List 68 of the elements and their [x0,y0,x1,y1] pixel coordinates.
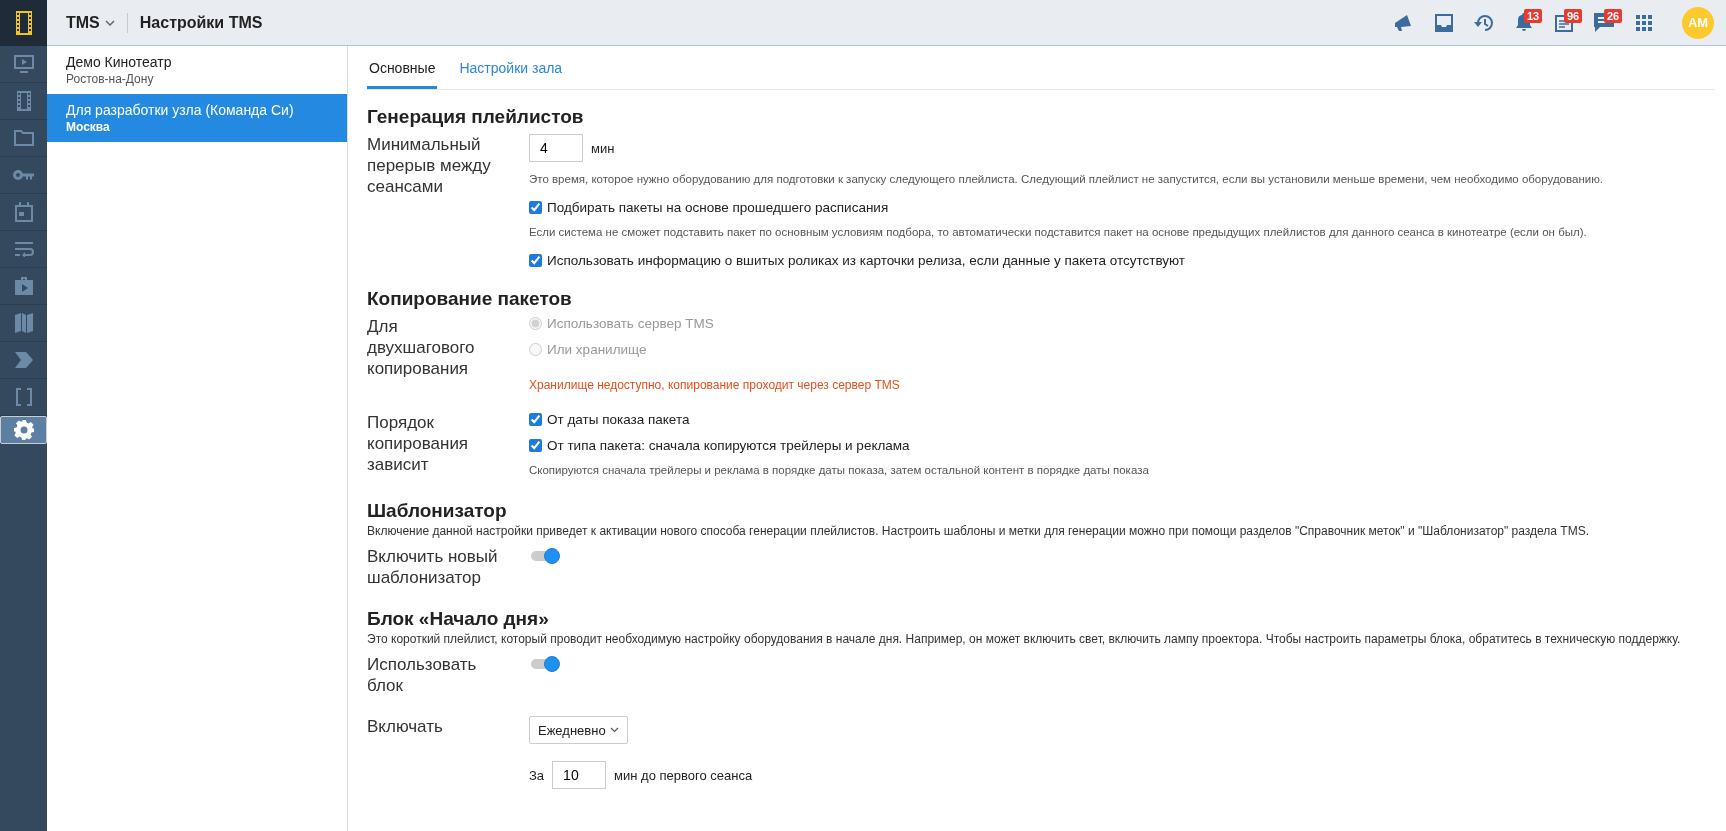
app-switcher[interactable]: TMS [66,13,115,32]
field-label: Минимальный перерыв между сеансами [367,134,492,198]
section-heading: Блок «Начало дня» [367,608,550,630]
frequency-dropdown[interactable]: Ежедневно [529,716,628,744]
warning-text: Хранилище недоступно, копирование проходит через сервер TMS [529,378,900,392]
checkbox-label: Подбирать пакеты на основе прошедшего расписания [547,200,889,215]
cinema-name: Демо Кинотеатр [66,54,173,70]
film-icon [15,11,32,35]
help-text: Скопируются сначала трейлеры и реклама в порядке даты показа, затем остальной контент в порядке даты показа [529,464,1149,476]
field-label: Использовать блок [367,654,478,696]
radio-label: Или хранилище [547,342,647,357]
help-text: Если система не сможет подставить пакет по основным условиям подбора, то автоматически подставится пакет на основе предыдущих плейлистов для данного сеанса в кинотеатре (если он был). [529,226,1587,238]
section-heading: Шаблонизатор [367,500,508,522]
key-icon [12,169,35,181]
tab[interactable]: Основные [367,49,438,89]
number-field[interactable]: 4 [529,134,583,162]
field-label: Включить новый шаблонизатор [367,546,499,588]
cinema-item[interactable]: Для разработки узла (Команда Си) Москва [47,94,347,142]
toggle-switch[interactable] [531,551,557,561]
number-field[interactable]: 10 [552,761,607,789]
section-heading: Генерация плейлистов [367,106,585,128]
checkbox-label: Использовать информацию о вшитых роликах из карточки релиза, если данные у пакета отсутствуют [547,253,1186,268]
unit-text: мин до первого сеанса [614,767,753,783]
cinema-item[interactable]: Демо Кинотеатр Ростов-на-Дону [47,46,347,94]
toolbar-button[interactable]: 96 [1544,6,1584,39]
folder-icon [13,130,34,146]
radio-label: Использовать сервер TMS [547,316,714,331]
caret-icon [104,19,115,26]
page-title: Настройки TMS [139,13,263,32]
checkbox[interactable] [529,254,542,267]
wrap-lines-icon [13,241,34,257]
caret-icon [609,727,619,733]
checkbox[interactable] [529,439,542,452]
megaphone-icon [1394,13,1414,32]
count-badge: 13 [1524,8,1543,23]
section-description: Это короткий плейлист, который проводит необходимую настройку оборудования в начале дня. Например, он может включить свет, включить лампу проектора. Чтобы настроить параметры блока, обратитесь в техническую поддержку. [367,632,1682,646]
briefcase-play-icon [13,276,34,296]
checkbox-label: От даты показа пакета [547,412,690,427]
toggle-switch[interactable] [531,659,557,669]
unit-text: мин [591,140,615,156]
cinema-city: Ростов-на-Дону [66,72,155,86]
history-icon [1474,13,1494,32]
section-description: Включение данной настройки приведет к активации нового способа генерации плейлистов. Настроить шаблоны и метки для генерации можно при помощи разделов "Справочник меток" и "Шаблонизатор" раздела TMS. [367,524,1590,538]
brackets-icon [15,388,32,406]
apps-grid-icon [1636,14,1652,31]
settings-icon [13,420,34,440]
inbox-icon [1435,13,1453,32]
map-icon [14,313,33,333]
cinema-name: Для разработки узла (Команда Си) [66,102,295,118]
field-label: Для двухшагового копирования [367,316,476,380]
tab[interactable]: Настройки зала [457,49,565,89]
toolbar-button[interactable]: 13 [1504,6,1544,39]
chevron-tag-icon [14,352,33,368]
help-text: Это время, которое нужно оборудованию для подготовки к запуску следующего плейлиста. Следующий плейлист не запустится, если вы установили меньше времени, чем необходимо оборудованию. [529,173,1603,185]
toolbar-button[interactable]: 26 [1584,6,1624,39]
checkbox[interactable] [529,201,542,214]
count-badge: 26 [1604,8,1623,23]
film-icon [16,91,31,111]
field-label: Порядок копирования зависит [367,412,470,476]
count-badge: 96 [1564,8,1583,23]
screen-play-icon [13,55,34,73]
checkbox[interactable] [529,413,542,426]
cinema-city: Москва [66,120,111,134]
prefix-text: За [529,767,545,783]
field-label: Включать [367,716,444,738]
calendar-icon [14,202,33,222]
checkbox-label: От типа пакета: сначала копируются трейлеры и реклама [547,438,910,453]
section-heading: Копирование пакетов [367,288,573,310]
